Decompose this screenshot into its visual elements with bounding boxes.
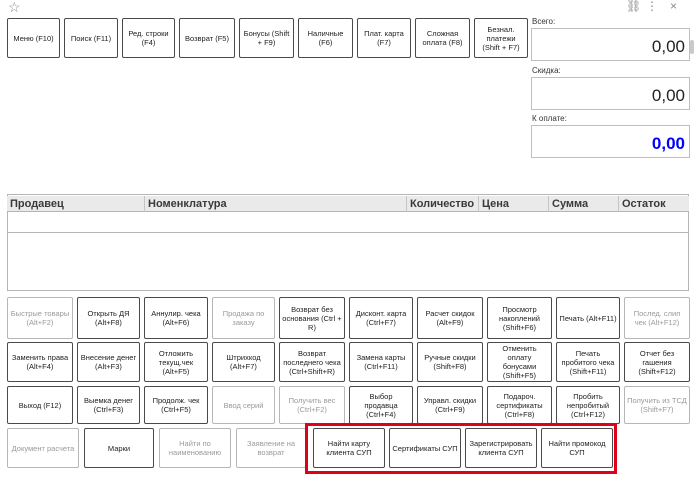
- find-by-name-button[interactable]: Найти по наименованию: [159, 428, 231, 468]
- sale-by-order-button[interactable]: Продажа по заказу: [212, 297, 275, 339]
- card-button[interactable]: Плат. карта (F7): [357, 18, 411, 58]
- column-nomenclature[interactable]: Номенклатура: [144, 196, 406, 212]
- due-label: К оплате:: [532, 114, 567, 123]
- close-icon[interactable]: ×: [670, 0, 677, 12]
- table-header: Продавец Номенклатура Количество Цена Су…: [7, 196, 689, 212]
- barcode-button[interactable]: Штрихкод (Alt+F7): [212, 342, 275, 382]
- column-remainder[interactable]: Остаток: [618, 196, 689, 212]
- select-seller-button[interactable]: Выбор продавца (Ctrl+F4): [349, 386, 413, 424]
- print-button[interactable]: Печать (Alt+F11): [556, 297, 620, 339]
- total-field: 0,00: [531, 28, 690, 61]
- quick-goods-button[interactable]: Быстрые товары (Alt+F2): [7, 297, 73, 339]
- cancel-receipt-button[interactable]: Аннулир. чека (Alt+F6): [144, 297, 208, 339]
- cancel-bonus-payment-button[interactable]: Отменить оплату бонусами (Shift+F5): [487, 342, 552, 382]
- payment-document-button[interactable]: Документ расчета: [7, 428, 79, 468]
- x-report-button[interactable]: Отчет без гашения (Shift+F12): [624, 342, 690, 382]
- return-button[interactable]: Возврат (F5): [179, 18, 235, 58]
- replace-rights-button[interactable]: Заменить права (Alt+F4): [7, 342, 73, 382]
- table-row[interactable]: [7, 213, 689, 233]
- link-icon[interactable]: ⛓: [626, 0, 641, 12]
- last-slip-button[interactable]: Послед. слип чек (Alt+F12): [624, 297, 690, 339]
- replace-card-button[interactable]: Замена карты (Ctrl+F11): [349, 342, 413, 382]
- return-application-button[interactable]: Заявление на возврат: [236, 428, 306, 468]
- due-value: 0,00: [651, 134, 685, 153]
- edit-line-button[interactable]: Ред. строки (F4): [122, 18, 175, 58]
- menu-button[interactable]: Меню (F10): [7, 18, 60, 58]
- view-savings-button[interactable]: Просмотр накоплений (Shift+F6): [487, 297, 552, 339]
- enter-series-button[interactable]: Ввод серий: [212, 386, 275, 424]
- column-seller[interactable]: Продавец: [7, 196, 143, 212]
- marks-button[interactable]: Марки: [84, 428, 154, 468]
- open-dya-button[interactable]: Открыть ДЯ (Alt+F8): [77, 297, 140, 339]
- highlight-frame: [305, 423, 617, 474]
- manage-discounts-button[interactable]: Управл. скидки (Ctrl+F9): [417, 386, 483, 424]
- column-quantity[interactable]: Количество: [406, 196, 478, 212]
- more-icon[interactable]: ⋮: [646, 0, 658, 12]
- return-last-receipt-button[interactable]: Возврат последнего чека (Ctrl+Shift+R): [279, 342, 345, 382]
- search-button[interactable]: Поиск (F11): [64, 18, 118, 58]
- column-sum[interactable]: Сумма: [548, 196, 618, 212]
- discount-card-button[interactable]: Дисконт. карта (Ctrl+F7): [349, 297, 413, 339]
- due-field: 0,00: [531, 125, 690, 158]
- manual-discounts-button[interactable]: Ручные скидки (Shift+F8): [417, 342, 483, 382]
- gift-certificates-button[interactable]: Подароч. сертификаты (Ctrl+F8): [487, 386, 552, 424]
- column-price[interactable]: Цена: [478, 196, 548, 212]
- complex-payment-button[interactable]: Сложная оплата (F8): [415, 18, 470, 58]
- noncash-payments-button[interactable]: Безнал. платежи (Shift + F7): [474, 18, 528, 58]
- discount-value: 0,00: [651, 86, 685, 105]
- total-label: Всего:: [532, 17, 556, 26]
- exit-button[interactable]: Выход (F12): [7, 386, 73, 424]
- bonuses-button[interactable]: Бонусы (Shift + F9): [239, 18, 294, 58]
- print-punched-receipt-button[interactable]: Печать пробитого чека (Shift+F11): [556, 342, 620, 382]
- discount-label: Скидка:: [532, 66, 561, 75]
- get-weight-button[interactable]: Получить вес (Ctrl+F2): [279, 386, 345, 424]
- star-icon[interactable]: ☆: [8, 0, 21, 14]
- cash-button[interactable]: Наличные (F6): [298, 18, 353, 58]
- return-without-basis-button[interactable]: Возврат без основания (Ctrl + R): [279, 297, 345, 339]
- punch-unpunched-button[interactable]: Пробить непробитый (Ctrl+F12): [556, 386, 620, 424]
- calc-discounts-button[interactable]: Расчет скидок (Alt+F9): [417, 297, 483, 339]
- scrollbar-thumb[interactable]: [690, 40, 694, 54]
- get-from-tsd-button[interactable]: Получить из ТСД (Shift+F7): [624, 386, 690, 424]
- cash-out-button[interactable]: Выемка денег (Ctrl+F3): [77, 386, 140, 424]
- continue-receipt-button[interactable]: Продолж. чек (Ctrl+F5): [144, 386, 208, 424]
- cash-in-button[interactable]: Внесение денег (Alt+F3): [77, 342, 140, 382]
- discount-field: 0,00: [531, 77, 690, 110]
- total-value: 0,00: [651, 37, 685, 56]
- postpone-receipt-button[interactable]: Отложить текущ.чек (Alt+F5): [144, 342, 208, 382]
